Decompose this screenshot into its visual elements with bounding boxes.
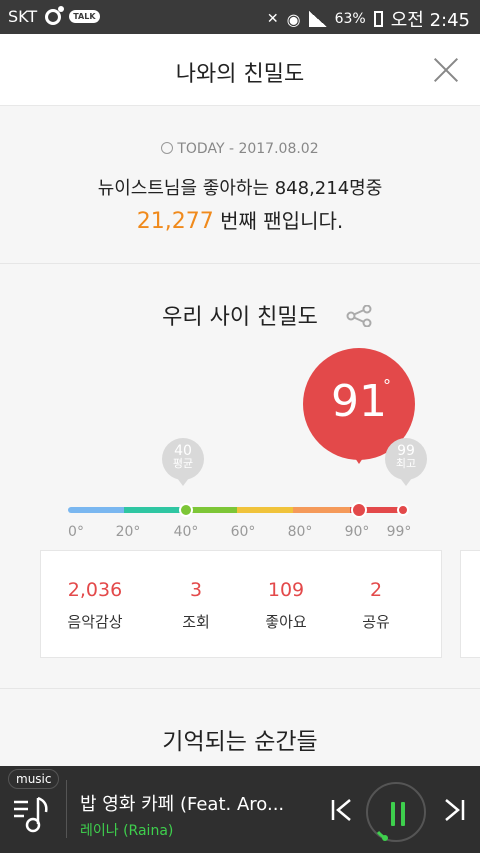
scale-tick-label: 90° <box>344 524 370 540</box>
music-tag: music <box>8 769 60 789</box>
wifi-icon: ◉ <box>286 9 301 29</box>
intimacy-score: 91 <box>331 376 387 427</box>
music-player[interactable]: 밥 영화 카페 (Feat. Aro... 레이나 (Raina) <box>0 766 480 853</box>
share-icon[interactable] <box>345 305 373 327</box>
stat-label: 공유 <box>362 613 390 631</box>
battery-level: 63% <box>334 11 366 27</box>
stat-item: 109 좋아요 <box>236 579 336 632</box>
pause-icon <box>390 802 406 826</box>
today-date: TODAY - 2017.08.02 <box>0 141 480 157</box>
scale-segment <box>293 507 350 513</box>
scale-tick-label: 99° <box>386 524 412 540</box>
page-title: 나와의 친밀도 <box>175 62 305 87</box>
bubble-tail <box>351 452 367 464</box>
song-title[interactable]: 밥 영화 카페 (Feat. Aro... <box>80 790 320 816</box>
stat-label: 조회 <box>182 613 210 631</box>
artist-name[interactable]: 레이나 (Raina) <box>80 820 173 840</box>
notification-icon <box>45 5 65 25</box>
scale-tick-label: 60° <box>230 524 256 540</box>
bubble-tail <box>177 478 189 486</box>
divider <box>0 263 480 264</box>
today-label: TODAY - 2017.08.02 <box>177 141 319 157</box>
intimacy-title: 우리 사이 친밀도 <box>162 305 318 330</box>
stat-value: 2 <box>369 579 383 601</box>
scale-segment <box>236 507 294 513</box>
average-marker <box>179 503 194 517</box>
scale-tick-label: 40° <box>173 524 199 540</box>
average-label: 평균 <box>172 457 194 470</box>
max-bubble: 99 최고 <box>385 438 427 486</box>
average-bubble: 40 평균 <box>162 438 204 486</box>
score-marker <box>350 502 367 518</box>
fan-rank-suffix: 번째 팬입니다. <box>213 209 344 233</box>
mute-icon: ✕ <box>266 11 279 27</box>
carrier-label: SKT <box>8 7 38 26</box>
clock-time: 오전 2:45 <box>390 10 470 31</box>
next-icon[interactable] <box>440 796 466 824</box>
signal-icon <box>308 11 327 27</box>
stat-label: 음악감상 <box>67 613 123 631</box>
close-icon[interactable] <box>428 52 464 88</box>
stat-value: 2,036 <box>67 579 123 601</box>
scale-segment <box>124 507 181 513</box>
header: 나와의 친밀도 <box>0 34 480 106</box>
memories-title: 기억되는 순간들 <box>162 729 318 755</box>
stat-item: 2,036 음악감상 <box>45 579 145 632</box>
scale-segment <box>68 507 125 513</box>
divider <box>66 780 67 838</box>
stat-item: 3 조회 <box>146 579 246 632</box>
status-bar: SKT TALK ✕ ◉ 63% 오전 2:45 <box>0 0 480 34</box>
clock-icon <box>161 142 174 154</box>
bubble-tail <box>400 478 412 486</box>
talk-icon: TALK <box>69 10 100 23</box>
stat-value: 3 <box>189 579 203 601</box>
degree-symbol: ° <box>383 376 391 395</box>
fan-rank-text: 21,277 번째 팬입니다. <box>0 205 480 234</box>
fan-rank-number: 21,277 <box>136 209 214 234</box>
fan-count-text: 뉴이스트님을 좋아하는 848,214명중 <box>97 178 383 199</box>
max-value: 99 <box>397 443 415 459</box>
scale-tick-label: 0° <box>68 524 84 540</box>
playlist-icon[interactable] <box>12 794 52 834</box>
divider <box>0 688 480 689</box>
stat-label: 좋아요 <box>265 613 307 631</box>
stats-card[interactable]: 2,036 음악감상 3 조회 109 좋아요 2 공유 <box>40 550 442 658</box>
battery-icon <box>373 11 383 27</box>
stat-item: 2 공유 <box>326 579 426 632</box>
scale-tick-label: 20° <box>115 524 141 540</box>
scale-tick-label: 80° <box>287 524 313 540</box>
average-value: 40 <box>174 443 192 459</box>
pause-button[interactable] <box>366 782 426 842</box>
previous-icon[interactable] <box>330 796 356 824</box>
max-marker <box>396 504 409 516</box>
max-label: 최고 <box>395 457 417 470</box>
next-card-peek[interactable] <box>460 550 480 658</box>
stat-value: 109 <box>267 579 305 601</box>
